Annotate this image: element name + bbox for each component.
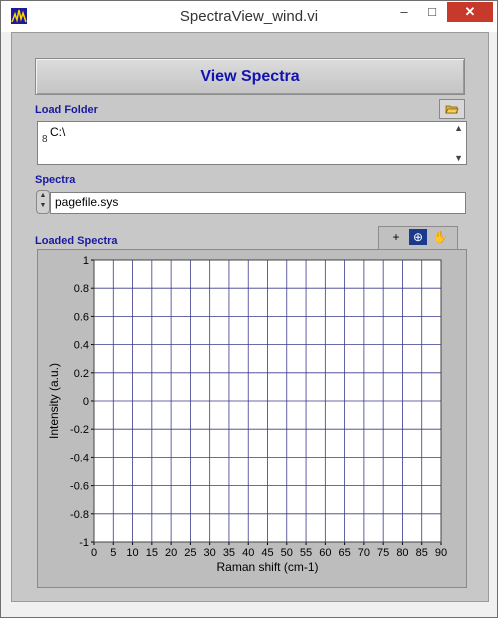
x-tick-label: 35 <box>223 547 235 559</box>
maximize-button[interactable]: □ <box>419 2 445 22</box>
zoom-tool-icon[interactable]: ⊕ <box>409 229 427 245</box>
x-tick-label: 50 <box>281 547 293 559</box>
minimize-button[interactable]: – <box>391 2 417 22</box>
y-axis-label: Intensity (a.u.) <box>47 363 61 439</box>
app-window: SpectraView_wind.vi – □ ✕ View Spectra L… <box>0 0 498 618</box>
front-panel: View Spectra Load Folder 8 C:\ ▲ ▼ Spect… <box>11 32 489 602</box>
x-tick-label: 5 <box>110 547 116 559</box>
x-tick-label: 60 <box>319 547 331 559</box>
x-tick-label: 0 <box>91 547 97 559</box>
scroll-down-icon[interactable]: ▼ <box>454 153 463 163</box>
title-bar: SpectraView_wind.vi – □ ✕ <box>1 1 497 32</box>
y-tick-label: -0.4 <box>70 452 89 464</box>
y-tick-label: -0.6 <box>70 481 89 493</box>
x-tick-label: 70 <box>358 547 370 559</box>
spectra-value: pagefile.sys <box>55 195 119 209</box>
x-tick-label: 10 <box>126 547 138 559</box>
chart-svg: 0 5 10 15 20 25 30 35 40 45 50 55 60 65 70 75 80 85 90 1 0.8… <box>47 255 447 574</box>
y-tick-label: -1 <box>79 537 89 549</box>
spectra-spinner[interactable]: ▲ ▼ <box>36 190 50 214</box>
browse-folder-button[interactable] <box>439 99 465 119</box>
x-tick-label: 30 <box>204 547 216 559</box>
x-axis-label: Raman shift (cm-1) <box>216 560 318 574</box>
x-tick-label: 20 <box>165 547 177 559</box>
close-button[interactable]: ✕ <box>447 2 493 22</box>
x-tick-label: 90 <box>435 547 447 559</box>
x-tick-label: 65 <box>338 547 350 559</box>
spectra-input[interactable]: pagefile.sys <box>50 192 466 214</box>
spectra-label: Spectra <box>35 174 76 186</box>
load-folder-value: C:\ <box>50 125 66 139</box>
folder-open-icon <box>445 102 459 116</box>
y-tick-label: 0.2 <box>74 368 89 380</box>
hand-tool-icon[interactable]: ✋ <box>431 229 449 245</box>
x-tick-label: 15 <box>146 547 158 559</box>
x-tick-label: 45 <box>261 547 273 559</box>
graph-palette: + ⊕ ✋ <box>378 226 458 250</box>
x-tick-label: 40 <box>242 547 254 559</box>
view-spectra-button[interactable]: View Spectra <box>35 58 465 95</box>
y-tick-label: 0.8 <box>74 283 89 295</box>
scroll-up-icon[interactable]: ▲ <box>454 123 463 133</box>
y-tick-label: -0.2 <box>70 424 89 436</box>
x-tick-label: 80 <box>396 547 408 559</box>
x-tick-label: 25 <box>184 547 196 559</box>
loaded-spectra-label: Loaded Spectra <box>35 235 118 247</box>
load-folder-label: Load Folder <box>35 104 98 116</box>
load-folder-path-input[interactable]: 8 C:\ ▲ ▼ <box>37 121 467 165</box>
y-tick-label: 0 <box>83 396 89 408</box>
y-tick-label: -0.8 <box>70 509 89 521</box>
y-tick-label: 0.4 <box>74 340 89 352</box>
y-tick-label: 1 <box>83 255 89 267</box>
x-tick-label: 85 <box>416 547 428 559</box>
loaded-spectra-graph: 0 5 10 15 20 25 30 35 40 45 50 55 60 65 70 75 80 85 90 1 0.8… <box>37 249 467 588</box>
y-tick-label: 0.6 <box>74 311 89 323</box>
x-tick-label: 75 <box>377 547 389 559</box>
cursor-tool-icon[interactable]: + <box>387 229 405 245</box>
path-marker: 8 <box>42 134 48 145</box>
x-tick-label: 55 <box>300 547 312 559</box>
